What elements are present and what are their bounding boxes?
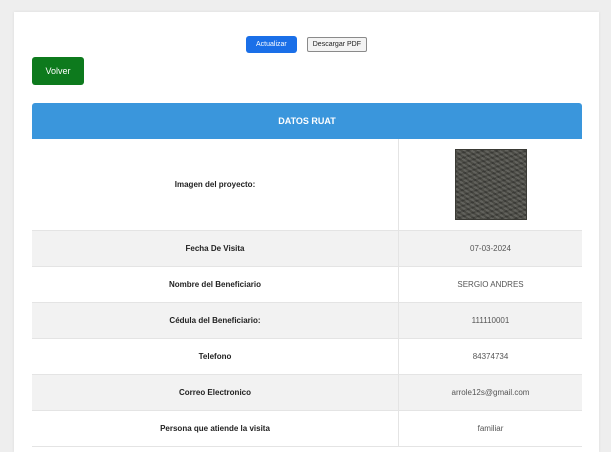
row-value: SERGIO ANDRES	[457, 280, 524, 289]
top-actions: Actualizar Descargar PDF	[14, 36, 599, 53]
table-row: Nombre del Beneficiario SERGIO ANDRES	[32, 267, 582, 303]
table-header: DATOS RUAT	[32, 103, 582, 139]
table-row: Correo Electronico arrole12s@gmail.com	[32, 375, 582, 411]
update-button[interactable]: Actualizar	[246, 36, 297, 53]
row-label: Cédula del Beneficiario:	[32, 303, 399, 338]
image-row-value	[399, 139, 582, 230]
table-row: Fecha De Visita 07-03-2024	[32, 231, 582, 267]
row-label: Persona que atiende la visita	[32, 411, 399, 446]
row-value: 111110001	[471, 316, 510, 325]
row-value: 07-03-2024	[470, 244, 511, 253]
project-photo-icon[interactable]	[454, 149, 527, 220]
row-value: 84374734	[472, 352, 509, 361]
back-button[interactable]: Volver	[32, 57, 84, 85]
row-label: Fecha De Visita	[32, 231, 399, 266]
table-row: Cédula del Beneficiario: 111110001	[32, 303, 582, 339]
table-row: Persona que atiende la visita familiar	[32, 411, 582, 447]
image-row-label: Imagen del proyecto:	[32, 139, 399, 230]
row-label: Telefono	[32, 339, 399, 374]
ruat-data-table: DATOS RUAT Imagen del proyecto: Fecha De…	[32, 103, 582, 447]
download-pdf-button[interactable]: Descargar PDF	[306, 37, 367, 52]
table-row: Telefono 84374734	[32, 339, 582, 375]
row-label: Nombre del Beneficiario	[32, 267, 399, 302]
row-value: familiar	[477, 424, 504, 433]
row-value: arrole12s@gmail.com	[451, 388, 530, 397]
row-label: Correo Electronico	[32, 375, 399, 410]
table-row-image: Imagen del proyecto:	[32, 139, 582, 231]
content-card: Actualizar Descargar PDF Volver DATOS RU…	[14, 12, 599, 452]
